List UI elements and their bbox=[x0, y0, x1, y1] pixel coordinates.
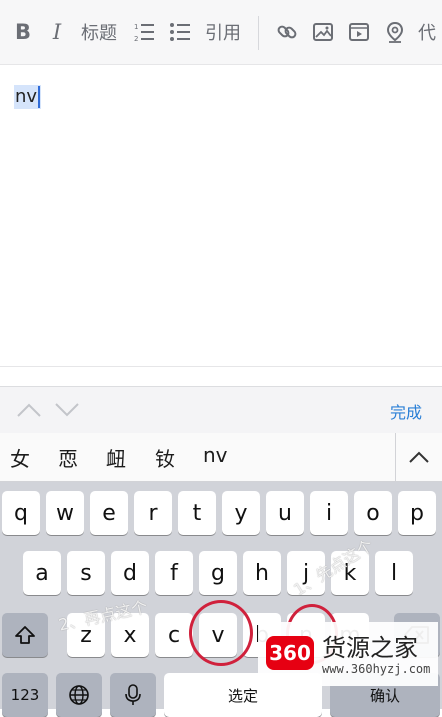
candidate-item[interactable]: 衄 bbox=[106, 443, 126, 472]
video-icon bbox=[349, 23, 369, 41]
key-c[interactable]: c bbox=[155, 613, 193, 657]
watermark-title: 货源之家 bbox=[322, 634, 418, 662]
chevron-up-icon bbox=[17, 403, 41, 417]
candidate-item[interactable]: 女 bbox=[10, 443, 30, 472]
watermark-url: www.360hyzj.com bbox=[322, 662, 431, 676]
previous-field-button[interactable] bbox=[14, 395, 44, 425]
key-e[interactable]: e bbox=[90, 491, 128, 535]
key-g[interactable]: g bbox=[199, 551, 237, 595]
svg-text:1: 1 bbox=[134, 23, 138, 31]
key-t[interactable]: t bbox=[178, 491, 216, 535]
candidate-item[interactable]: 恧 bbox=[58, 443, 78, 472]
key-y[interactable]: y bbox=[222, 491, 260, 535]
editor-area[interactable]: nv bbox=[0, 65, 442, 365]
microphone-icon bbox=[125, 684, 141, 705]
key-a[interactable]: a bbox=[23, 551, 61, 595]
next-field-button[interactable] bbox=[52, 395, 82, 425]
key-r[interactable]: r bbox=[134, 491, 172, 535]
svg-text:2: 2 bbox=[134, 35, 138, 43]
image-button[interactable] bbox=[308, 0, 338, 64]
text-caret bbox=[38, 86, 41, 108]
video-button[interactable] bbox=[344, 0, 374, 64]
toolbar-divider bbox=[258, 16, 259, 50]
key-w[interactable]: w bbox=[46, 491, 84, 535]
bold-button[interactable]: B bbox=[8, 0, 38, 64]
location-pin-icon bbox=[386, 21, 404, 43]
editor-text: nv bbox=[14, 85, 42, 109]
italic-button[interactable]: I bbox=[42, 0, 72, 64]
editor-toolbar: B I 标题 1 2 引用 代 bbox=[0, 0, 442, 65]
link-button[interactable] bbox=[272, 0, 302, 64]
key-i[interactable]: i bbox=[310, 491, 348, 535]
quote-button[interactable]: 引用 bbox=[200, 0, 246, 64]
editor-bottom bbox=[0, 366, 442, 387]
keyboard-accessory-bar: 完成 bbox=[0, 386, 442, 434]
expand-candidates-button[interactable] bbox=[395, 433, 442, 481]
chevron-up-icon bbox=[409, 451, 429, 463]
key-u[interactable]: u bbox=[266, 491, 304, 535]
heading-button[interactable]: 标题 bbox=[76, 0, 122, 64]
key-h[interactable]: h bbox=[243, 551, 281, 595]
bullet-list-icon bbox=[170, 23, 190, 41]
image-icon bbox=[313, 23, 333, 41]
watermark-logo: 360 bbox=[266, 636, 314, 670]
code-button[interactable]: 代 bbox=[418, 0, 442, 64]
ordered-list-icon: 1 2 bbox=[134, 23, 154, 43]
shift-key[interactable] bbox=[2, 613, 48, 657]
chevron-down-icon bbox=[55, 403, 79, 417]
link-icon bbox=[277, 25, 297, 39]
key-o[interactable]: o bbox=[354, 491, 392, 535]
watermark: 360 货源之家 www.360hyzj.com bbox=[258, 622, 438, 686]
candidate-item[interactable]: nv bbox=[203, 443, 228, 467]
globe-key[interactable] bbox=[56, 673, 102, 717]
numbers-key[interactable]: 123 bbox=[2, 673, 48, 717]
annotation-circle-v bbox=[189, 600, 253, 666]
key-f[interactable]: f bbox=[155, 551, 193, 595]
key-d[interactable]: d bbox=[111, 551, 149, 595]
key-q[interactable]: q bbox=[2, 491, 40, 535]
bullet-list-button[interactable] bbox=[164, 0, 196, 64]
key-p[interactable]: p bbox=[398, 491, 436, 535]
globe-icon bbox=[69, 685, 89, 705]
candidate-item[interactable]: 钕 bbox=[155, 443, 175, 472]
done-button[interactable]: 完成 bbox=[390, 399, 422, 423]
shift-icon bbox=[15, 626, 35, 644]
location-button[interactable] bbox=[380, 0, 410, 64]
key-l[interactable]: l bbox=[375, 551, 413, 595]
key-s[interactable]: s bbox=[67, 551, 105, 595]
dictation-key[interactable] bbox=[110, 673, 156, 717]
ordered-list-button[interactable]: 1 2 bbox=[128, 0, 160, 64]
candidate-bar: 女 恧 衄 钕 nv bbox=[0, 433, 442, 482]
